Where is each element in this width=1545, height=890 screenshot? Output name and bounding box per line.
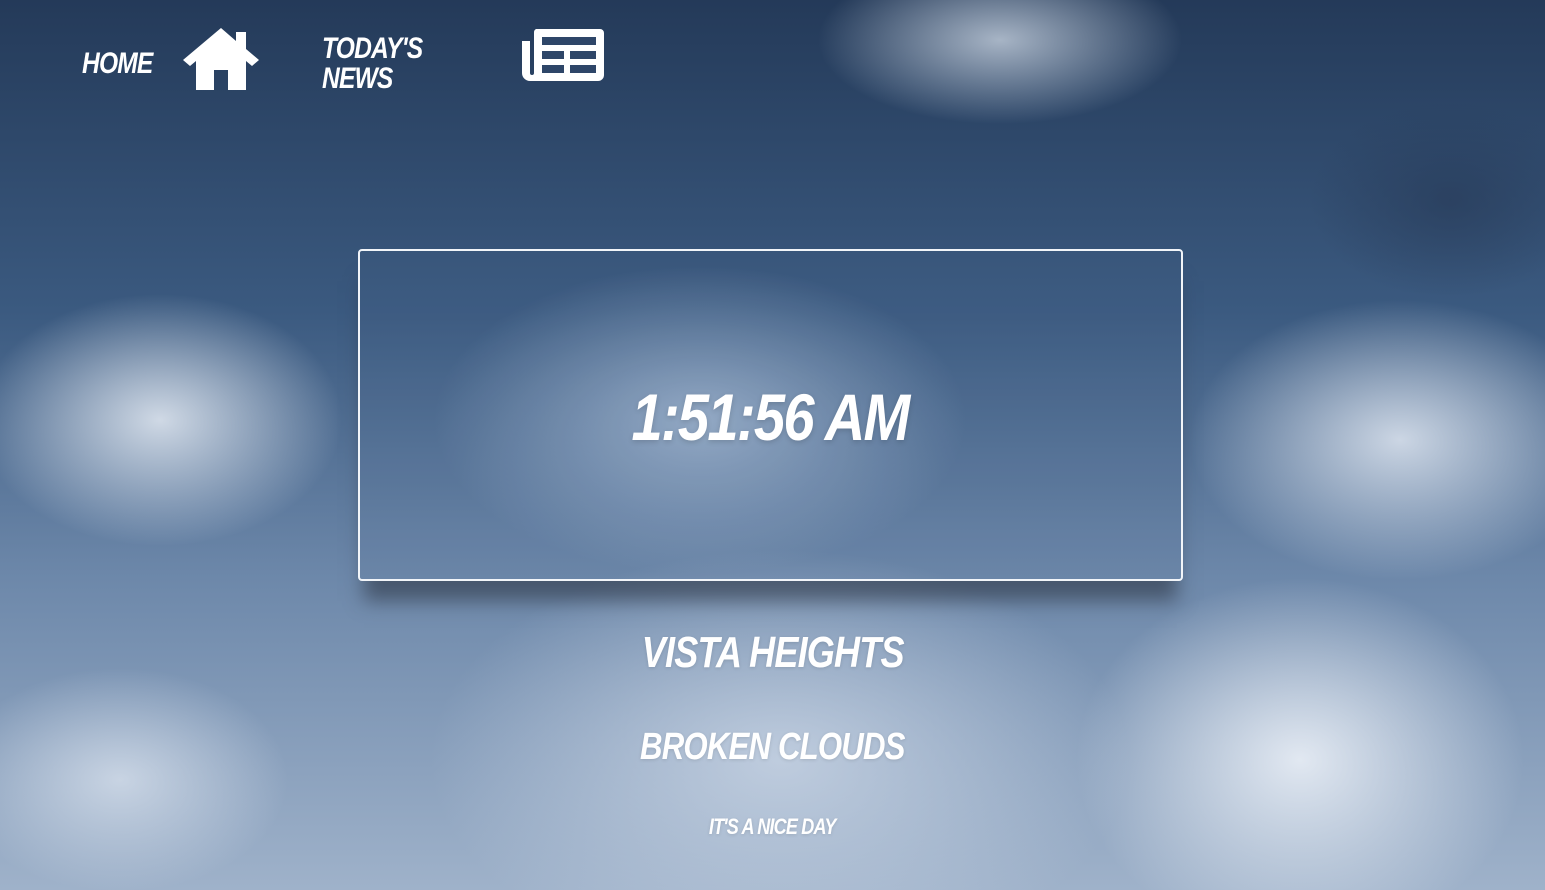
home-icon	[183, 28, 259, 90]
newspaper-icon	[522, 29, 604, 81]
weather-message: It's a nice day	[0, 814, 1545, 840]
home-link[interactable]: Home	[82, 24, 262, 92]
todays-news-link[interactable]: Today's News	[322, 22, 604, 94]
condition-text: Broken Clouds	[640, 726, 905, 768]
clock-time: 1:51:56 AM	[631, 380, 911, 454]
message-text: It's a nice day	[709, 814, 836, 839]
weather-condition: Broken Clouds	[0, 726, 1545, 769]
top-nav: Home Today's News	[82, 22, 604, 94]
clock-panel: 1:51:56 AM	[358, 249, 1183, 581]
location-name: Vista Heights	[0, 628, 1545, 678]
home-label: Home	[82, 47, 153, 80]
todays-news-label: Today's News	[322, 32, 423, 95]
location-text: Vista Heights	[641, 628, 905, 677]
